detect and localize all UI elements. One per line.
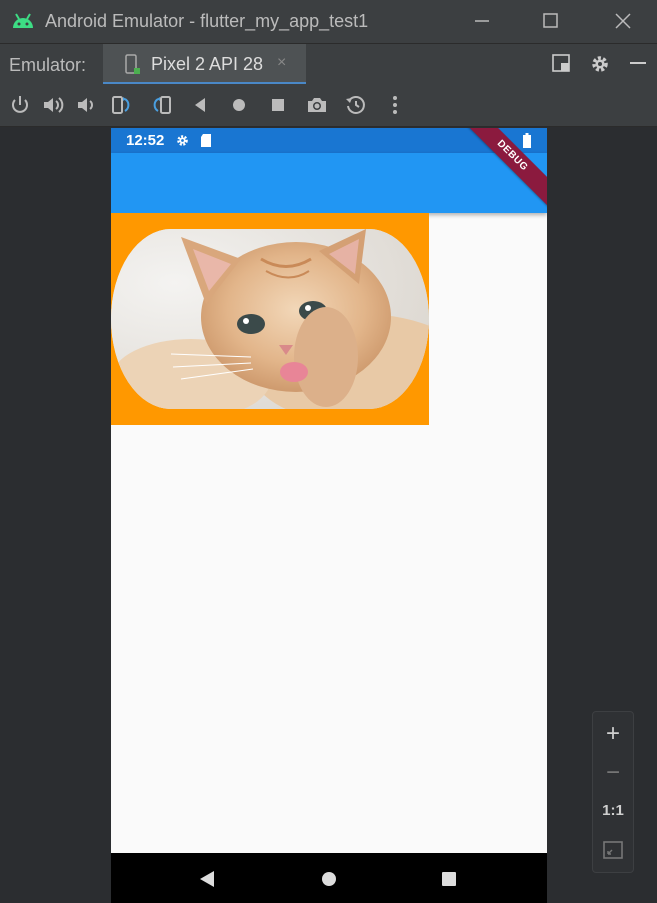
volume-down-icon[interactable] <box>75 93 99 117</box>
more-icon[interactable] <box>383 93 407 117</box>
minimize-icon[interactable] <box>469 8 495 34</box>
overview-icon[interactable] <box>266 93 290 117</box>
nav-back-icon[interactable] <box>199 870 215 888</box>
battery-icon <box>523 133 531 148</box>
layout-icon[interactable] <box>551 53 571 73</box>
status-time: 12:52 <box>126 132 165 149</box>
device-screen[interactable]: 12:52 DEBUG <box>111 128 547 903</box>
app-bar <box>111 153 547 213</box>
power-icon[interactable] <box>8 93 32 117</box>
fit-screen-icon[interactable] <box>603 840 623 860</box>
navigation-bar <box>111 853 547 903</box>
gear-icon[interactable] <box>589 53 611 75</box>
rotate-left-icon[interactable] <box>110 93 134 117</box>
tab-pixel-2-api-28[interactable]: Pixel 2 API 28 × <box>103 44 306 85</box>
tab-close-icon[interactable]: × <box>277 54 286 72</box>
emulator-label: Emulator: <box>9 55 87 75</box>
zoom-one-to-one-button[interactable]: 1:1 <box>593 802 633 819</box>
nav-home-icon[interactable] <box>321 871 337 887</box>
android-icon <box>13 13 33 28</box>
emulator-tab-bar: Emulator: Pixel 2 API 28 × <box>0 43 657 85</box>
zoom-out-button[interactable]: − <box>593 759 633 787</box>
maximize-icon[interactable] <box>538 8 564 34</box>
close-icon[interactable] <box>610 8 636 34</box>
camera-icon[interactable] <box>305 93 329 117</box>
emulator-toolbar <box>0 84 657 127</box>
zoom-controls: + − 1:1 <box>592 711 634 873</box>
window-title: Android Emulator - flutter_my_app_test1 <box>45 11 369 31</box>
image-container <box>111 213 429 425</box>
settings-status-icon <box>177 135 188 146</box>
sd-card-icon <box>201 134 211 147</box>
nav-overview-icon[interactable] <box>441 871 457 887</box>
rotate-right-icon[interactable] <box>149 93 173 117</box>
snapshot-icon[interactable] <box>344 93 368 117</box>
device-icon <box>125 54 140 74</box>
tab-label: Pixel 2 API 28 <box>151 54 264 74</box>
home-icon[interactable] <box>227 93 251 117</box>
window-title-bar: Android Emulator - flutter_my_app_test1 <box>0 0 657 43</box>
volume-up-icon[interactable] <box>41 93 65 117</box>
hide-icon[interactable] <box>628 53 648 73</box>
back-icon[interactable] <box>188 93 212 117</box>
kitten-image <box>111 229 429 409</box>
zoom-in-button[interactable]: + <box>593 720 633 748</box>
